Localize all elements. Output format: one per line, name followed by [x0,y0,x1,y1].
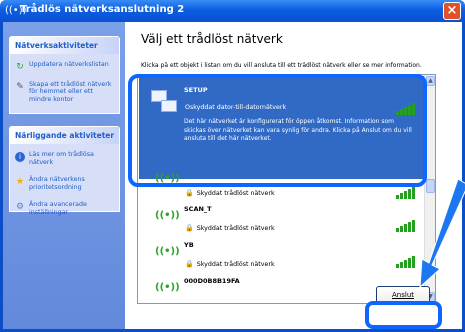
network-status: 🔒 Skyddat trådlöst nätverk [185,189,275,197]
task-setup-network[interactable]: ✎ Skapa ett trådlöst nätverk för hemmet … [10,78,119,107]
network-item[interactable]: ((•)) YB 🔒 Skyddat trådlöst nätverk [139,238,424,272]
signal-strength-icon [396,187,415,199]
task-label: Läs mer om trådlösa nätverk [29,151,94,166]
lock-icon: 🔒 [185,260,194,268]
network-status: 🔒 Skyddat trådlöst nätverk [185,224,275,232]
task-pane: Nätverksaktiviteter ↻ Uppdatera nätverks… [3,22,125,329]
settings-icon: ⚙ [15,202,25,212]
task-label: Ändra nätverkens prioritetsordning [29,176,85,191]
task-label: Ändra avancerade inställningar [29,201,87,216]
task-advanced-settings[interactable]: ⚙ Ändra avancerade inställningar [10,198,119,219]
network-status-text: Skyddat trådlöst nätverk [196,225,275,232]
page-title: Välj ett trådlöst nätverk [141,32,283,46]
task-label: Uppdatera nätverkslistan [29,61,109,68]
pointer-arrow-icon [419,179,465,289]
lock-icon: 🔒 [185,224,194,232]
wireless-antenna-icon: ((•)) [155,210,180,221]
task-refresh-list[interactable]: ↻ Uppdatera nätverkslistan [10,58,119,72]
task-learn-more[interactable]: i Läs mer om trådlösa nätverk [10,148,119,169]
network-status-text: Skyddat trådlöst nätverk [196,261,275,268]
network-tasks-box: Nätverksaktiviteter ↻ Uppdatera nätverks… [9,36,120,114]
wireless-icon: ((•)) [5,5,27,16]
signal-strength-icon [396,220,415,232]
network-name: YB [184,241,194,249]
info-icon: i [15,152,25,162]
window-title: Trådlös nätverksanslutning 2 [20,4,185,15]
network-status: 🔒 Skyddat trådlöst nätverk [185,260,275,268]
task-change-priority[interactable]: ★ Ändra nätverkens prioritetsordning [10,173,119,194]
task-label: Skapa ett trådlöst nätverk för hemmet el… [29,80,112,103]
network-item[interactable]: ((•)) SCAN_T 🔒 Skyddat trådlöst nätverk [139,202,424,236]
related-tasks-box: Närliggande aktiviteter i Läs mer om trå… [9,126,120,216]
connect-label: Anslut [392,291,414,299]
wireless-antenna-icon: ((•)) [155,282,180,293]
network-tasks-title: Nätverksaktiviteter [10,37,119,54]
signal-strength-icon [396,256,415,268]
title-bar[interactable]: ((•)) Trådlös nätverksanslutning 2 × [0,0,465,22]
related-tasks-title: Närliggande aktiviteter [10,127,119,144]
connect-button-highlight [365,301,442,329]
network-status-text: Skyddat trådlöst nätverk [196,190,275,197]
star-icon: ★ [15,177,25,187]
close-button[interactable]: × [443,2,461,20]
setup-network-icon: ✎ [16,81,24,92]
instruction-text: Klicka på ett objekt i listan om du vill… [141,62,422,69]
selected-network-highlight [128,74,427,187]
scroll-up-button[interactable]: ▲ [426,76,435,86]
lock-icon: 🔒 [185,189,194,197]
wireless-antenna-icon: ((•)) [155,246,180,257]
refresh-icon: ↻ [16,62,24,72]
network-name: SCAN_T [184,205,212,213]
network-name: 000D0B8B19FA [184,277,240,285]
